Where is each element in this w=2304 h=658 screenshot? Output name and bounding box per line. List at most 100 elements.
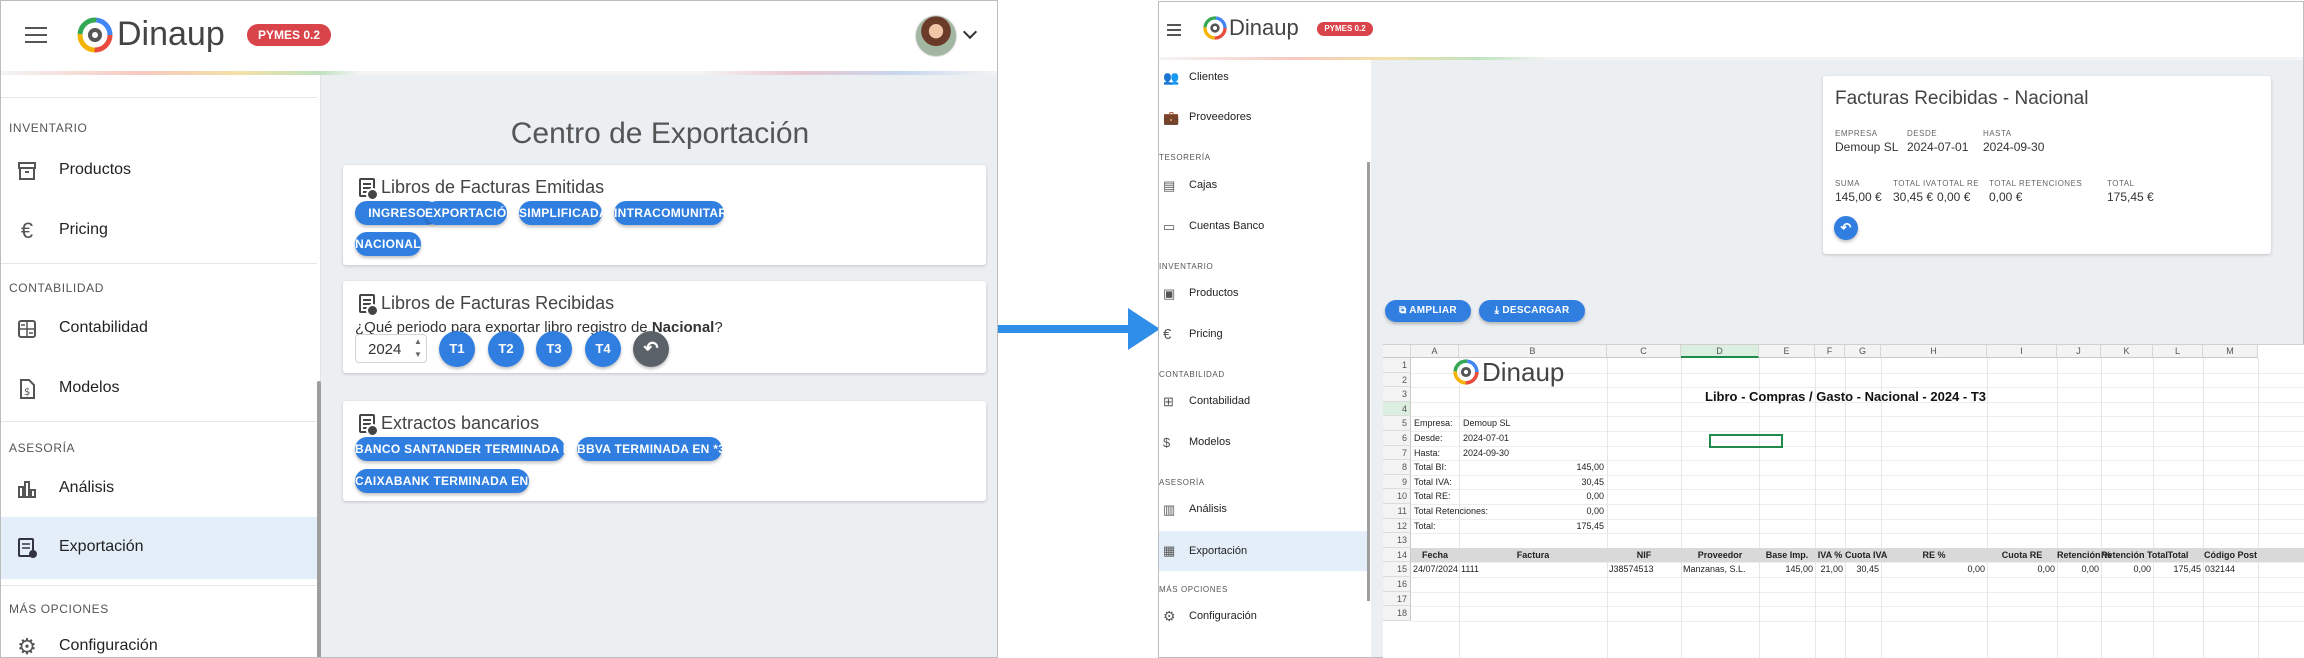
column-gridline — [2203, 358, 2204, 658]
info-label: Total: — [1414, 520, 1436, 531]
sidebar-item-proveedores[interactable]: 💼 Proveedores — [1159, 102, 1367, 132]
sidebar-item-contabilidad[interactable]: ⊞ Contabilidad — [1159, 386, 1367, 416]
row-gridline — [1411, 431, 2304, 432]
box-icon: ▣ — [1163, 286, 1176, 301]
descargar-button[interactable]: ⤓ DESCARGAR — [1479, 300, 1585, 322]
row-header[interactable]: 16 — [1383, 577, 1411, 592]
table-header-cell: Proveedor — [1697, 549, 1743, 560]
column-header[interactable]: D — [1681, 345, 1759, 358]
card-title-text: Extractos bancarios — [381, 413, 540, 433]
row-header[interactable]: 2 — [1383, 372, 1411, 388]
avatar[interactable] — [915, 15, 957, 57]
row-header[interactable]: 1 — [1383, 358, 1411, 373]
year-stepper[interactable]: 2024 ▲ ▼ — [355, 334, 427, 363]
row-header[interactable]: 15 — [1383, 562, 1411, 577]
sidebar-item-productos[interactable]: ▣ Productos — [1159, 278, 1367, 308]
row-header[interactable]: 5 — [1383, 416, 1411, 431]
sidebar-item-modelos[interactable]: $ Modelos — [1159, 427, 1367, 457]
stepper-up-icon[interactable]: ▲ — [414, 337, 422, 346]
sidebar-item-cajas[interactable]: ▤ Cajas — [1159, 170, 1367, 200]
info-value: Demoup SL — [1463, 418, 1511, 429]
caixabank-button[interactable]: CAIXABANK TERMINADA EN *5487 — [355, 469, 565, 493]
table-cell: 24/07/2024 — [1413, 564, 1459, 575]
undo-button[interactable]: ↶ — [1834, 216, 1858, 240]
sidebar-item-cuentas-banco[interactable]: ▭ Cuentas Banco — [1159, 211, 1367, 241]
sidebar-item-productos[interactable]: Productos — [1, 143, 317, 199]
card-icon: ▭ — [1163, 219, 1176, 234]
table-cell: 145,00 — [1785, 564, 1813, 575]
field-label: EMPRESA — [1835, 129, 1878, 138]
version-badge: PYMES 0.2 — [247, 24, 331, 46]
column-header[interactable]: M — [2203, 345, 2258, 358]
column-header[interactable]: H — [1881, 345, 1987, 358]
descargar-label: DESCARGAR — [1502, 305, 1570, 316]
row-header[interactable]: 14 — [1383, 547, 1411, 563]
column-header[interactable]: E — [1759, 345, 1815, 358]
section-label-asesoria: ASESORÍA — [9, 441, 76, 455]
export-document-icon — [15, 536, 39, 560]
svg-text:$: $ — [24, 387, 30, 398]
sidebar-item-exportacion[interactable]: ▦ Exportación — [1159, 531, 1367, 571]
sheet-heading: Libro - Compras / Gasto - Nacional - 202… — [1705, 389, 1987, 404]
t1-button[interactable]: T1 — [439, 331, 475, 367]
row-header[interactable]: 10 — [1383, 489, 1411, 504]
row-header[interactable]: 7 — [1383, 445, 1411, 461]
table-cell: Manzanas, S.L. — [1683, 564, 1746, 575]
row-header[interactable]: 12 — [1383, 518, 1411, 534]
nacional-button[interactable]: NACIONAL — [355, 232, 421, 256]
menu-icon[interactable] — [25, 27, 47, 43]
t4-button[interactable]: T4 — [585, 331, 621, 367]
sidebar-item-clientes[interactable]: 👥 Clientes — [1159, 62, 1367, 92]
stepper-down-icon[interactable]: ▼ — [414, 350, 422, 359]
t2-button[interactable]: T2 — [488, 331, 524, 367]
ampliar-button[interactable]: ⧉ AMPLIAR — [1385, 300, 1471, 322]
card-title-text: Libros de Facturas Emitidas — [381, 177, 605, 197]
undo-button[interactable]: ↶ — [633, 331, 669, 367]
column-header[interactable]: A — [1411, 345, 1459, 358]
row-header[interactable]: 18 — [1383, 606, 1411, 621]
menu-icon[interactable] — [1167, 24, 1181, 36]
row-header[interactable]: 9 — [1383, 474, 1411, 490]
sidebar-item-label: Configuración — [1189, 610, 1257, 622]
exportacion-button[interactable]: EXPORTACIÓN — [425, 201, 515, 225]
sidebar-item-configuracion[interactable]: ⚙ Configuración — [1, 623, 317, 657]
row-header[interactable]: 6 — [1383, 431, 1411, 446]
bbva-button[interactable]: BBVA TERMINADA EN *3468 — [577, 437, 746, 461]
chevron-down-icon[interactable] — [962, 24, 978, 40]
column-header[interactable]: C — [1607, 345, 1681, 358]
sidebar-item-analisis[interactable]: Análisis — [1, 461, 317, 517]
santander-button[interactable]: BANCO SANTANDER TERMINADA EN *4651 — [355, 437, 616, 461]
column-header[interactable]: F — [1815, 345, 1845, 358]
row-header[interactable]: 13 — [1383, 533, 1411, 548]
table-header-cell: Retención Total — [2101, 549, 2168, 560]
sidebar-item-configuracion[interactable]: ⚙ Configuración — [1159, 601, 1367, 631]
field-value: Demoup SL — [1835, 140, 1899, 154]
column-header[interactable]: K — [2101, 345, 2153, 358]
spreadsheet-preview[interactable]: A B C D E F G H I J K L M 1 2 3 4 5 6 7 8 9 10 11 12 13 14 15 16 17 18… — [1383, 344, 2304, 658]
sheet-corner[interactable] — [1383, 345, 1411, 358]
column-header[interactable]: G — [1845, 345, 1881, 358]
row-header[interactable]: 3 — [1383, 387, 1411, 402]
intracomunitaria-button[interactable]: INTRACOMUNITARIA — [614, 201, 740, 225]
column-header[interactable]: I — [1987, 345, 2057, 358]
t3-button[interactable]: T3 — [536, 331, 572, 367]
column-header[interactable]: L — [2153, 345, 2203, 358]
column-header[interactable]: J — [2057, 345, 2101, 358]
sidebar-item-pricing[interactable]: € Pricing — [1, 203, 317, 259]
selected-cell[interactable] — [1709, 434, 1783, 448]
row-header[interactable]: 4 — [1383, 401, 1411, 417]
row-header[interactable]: 8 — [1383, 460, 1411, 475]
sidebar-item-modelos[interactable]: $ Modelos — [1, 361, 317, 417]
table-header-cell: Total — [2167, 549, 2189, 560]
sidebar-item-exportacion[interactable]: Exportación — [1, 517, 317, 579]
sidebar-scrollbar[interactable] — [1367, 162, 1370, 601]
sidebar-item-analisis[interactable]: ▥ Análisis — [1159, 494, 1367, 524]
sidebar-item-pricing[interactable]: € Pricing — [1159, 319, 1367, 349]
simplificada-button[interactable]: SIMPLIFICADA — [519, 201, 608, 225]
calculator-icon — [15, 317, 39, 341]
sidebar-item-contabilidad[interactable]: Contabilidad — [1, 301, 317, 357]
sidebar-item-label: Clientes — [1189, 71, 1229, 83]
row-header[interactable]: 11 — [1383, 504, 1411, 519]
info-label: Total IVA: — [1414, 476, 1452, 487]
row-header[interactable]: 17 — [1383, 591, 1411, 607]
